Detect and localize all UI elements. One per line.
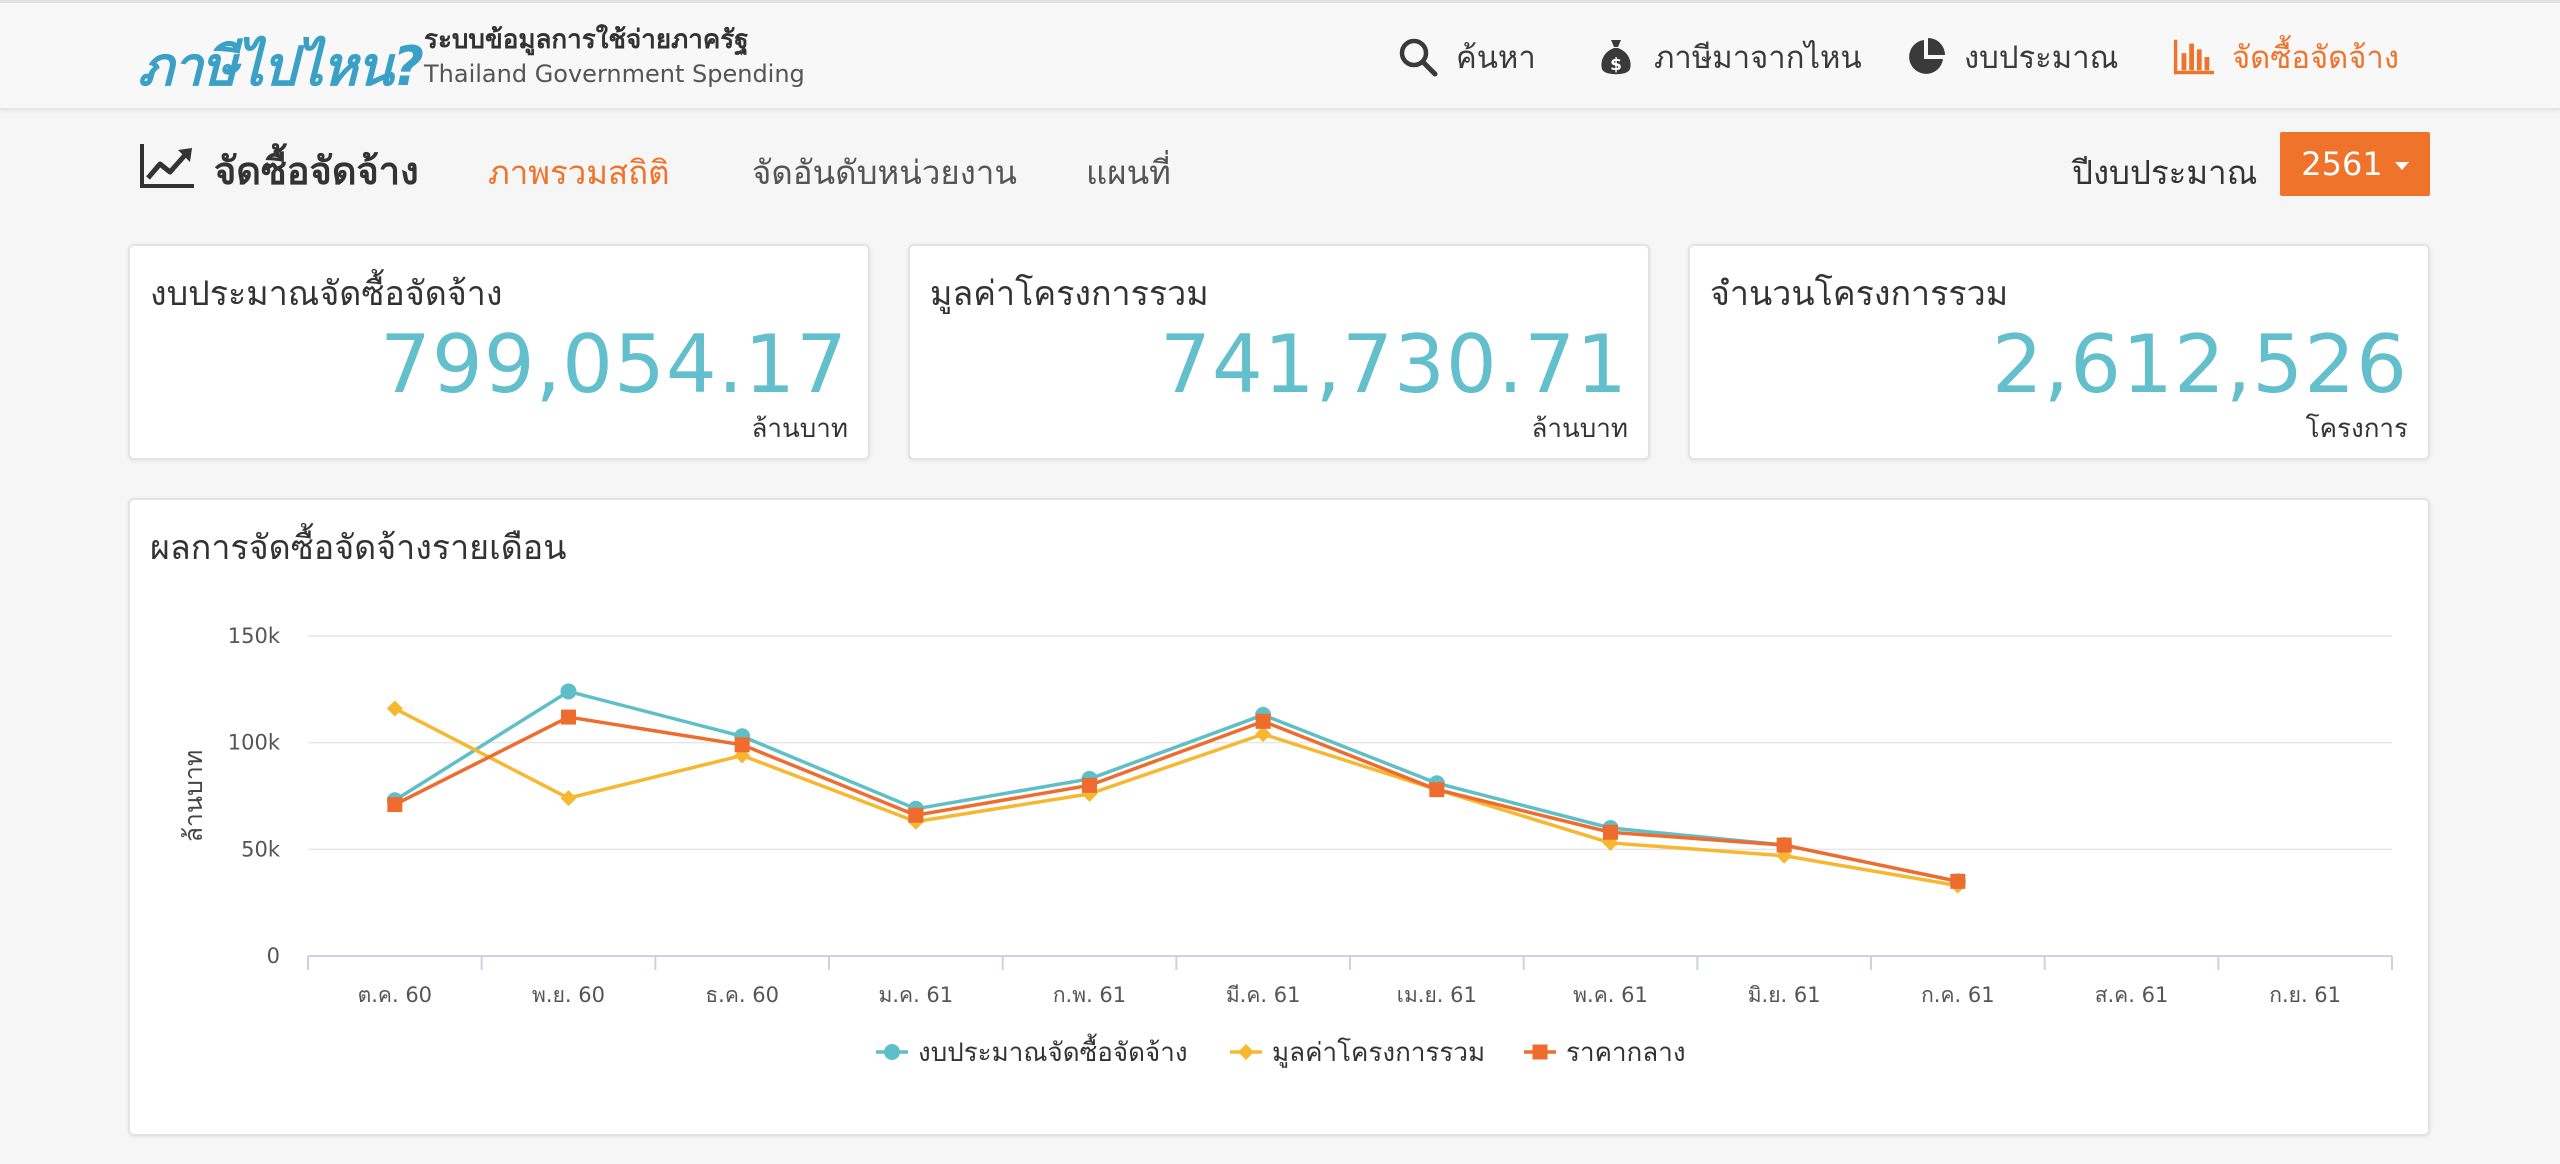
- nav-budget[interactable]: งบประมาณ: [1904, 33, 2118, 81]
- section-title: จัดซื้อจัดจ้าง: [214, 149, 419, 193]
- x-tick-label: ม.ค. 61: [879, 983, 954, 1007]
- nav-budget-label: งบประมาณ: [1964, 40, 2119, 76]
- pie-chart-icon: [1904, 35, 1948, 79]
- data-point: [387, 797, 403, 813]
- stat-value: 741,730.71: [1159, 318, 1628, 411]
- monthly-line-chart: 0 50k 100k 150k ต.ค. 60 พ.ย. 60 ธ.ค. 60 ม.ค. 61…: [179, 624, 2393, 1068]
- data-point: [1950, 873, 1966, 889]
- data-point: [908, 807, 924, 823]
- data-point: [560, 790, 577, 807]
- stat-label: งบประมาณจัดซื้อจัดจ้าง: [150, 274, 503, 314]
- x-tick-label: พ.ย. 60: [532, 983, 605, 1007]
- y-tick-label: 50k: [241, 837, 281, 861]
- data-point: [1776, 837, 1792, 853]
- caret-down-icon: [2394, 162, 2409, 170]
- data-point: [1603, 824, 1618, 840]
- legend-label: งบประมาณจัดซื้อจัดจ้าง: [918, 1033, 1188, 1068]
- data-point: [884, 1044, 900, 1060]
- stat-value: 799,054.17: [379, 318, 848, 411]
- x-tick-label: ก.ย. 61: [2269, 983, 2341, 1007]
- tab-overview[interactable]: ภาพรวมสถิติ: [488, 146, 670, 199]
- data-point: [1429, 782, 1445, 798]
- data-point: [561, 709, 576, 725]
- stat-unit: ล้านบาท: [1531, 414, 1628, 444]
- y-tick-label: 100k: [228, 731, 281, 755]
- svg-text:$: $: [1610, 55, 1622, 75]
- data-point: [1238, 1044, 1254, 1060]
- data-point: [560, 683, 577, 700]
- x-tick-label: ก.ค. 61: [1921, 983, 1995, 1007]
- stat-label: มูลค่าโครงการรวม: [930, 274, 1209, 314]
- top-header: ภาษีไปไหน? ระบบข้อมูลการใช้จ่ายภาครัฐ Th…: [0, 0, 2560, 110]
- y-tick-label: 150k: [228, 624, 281, 648]
- stat-card-project-value: มูลค่าโครงการรวม 741,730.71 ล้านบาท: [908, 244, 1650, 460]
- money-bag-icon: $: [1594, 35, 1638, 79]
- monthly-procurement-panel: ผลการจัดซื้อจัดจ้างรายเดือน 0 50k 100k 150k…: [128, 498, 2430, 1136]
- stat-label: จำนวนโครงการรวม: [1710, 274, 2009, 314]
- x-tick-label: มิ.ย. 61: [1748, 983, 1821, 1007]
- y-tick-label: 0: [267, 944, 280, 968]
- x-tick-label: ส.ค. 61: [2095, 983, 2169, 1007]
- stat-card-project-count: จำนวนโครงการรวม 2,612,526 โครงการ: [1688, 244, 2430, 460]
- stat-unit: ล้านบาท: [751, 414, 848, 444]
- x-tick-label: ต.ค. 60: [358, 983, 432, 1007]
- bar-chart-icon: [2172, 35, 2216, 79]
- search-icon: [1396, 35, 1440, 79]
- nav-procurement-label: จัดซื้อจัดจ้าง: [2232, 40, 2399, 76]
- data-point: [1255, 713, 1271, 729]
- tab-agency-ranking[interactable]: จัดอันดับหน่วยงาน: [752, 146, 1017, 199]
- nav-search[interactable]: ค้นหา: [1396, 33, 1536, 81]
- series-line: [394, 706, 1959, 888]
- nav-search-label: ค้นหา: [1456, 40, 1536, 76]
- x-tick-label: มี.ค. 61: [1226, 983, 1301, 1007]
- tab-map[interactable]: แผนที่: [1086, 146, 1171, 199]
- nav-tax-source[interactable]: $ ภาษีมาจากไหน: [1594, 33, 1862, 81]
- nav-procurement[interactable]: จัดซื้อจัดจ้าง: [2172, 33, 2399, 81]
- y-axis-title: ล้านบาท: [179, 750, 208, 843]
- site-tagline: ระบบข้อมูลการใช้จ่ายภาครัฐ Thailand Gove…: [424, 23, 805, 91]
- data-point: [1532, 1044, 1548, 1060]
- fiscal-year-label: ปีงบประมาณ: [2072, 153, 2258, 192]
- nav-tax-source-label: ภาษีมาจากไหน: [1654, 40, 1862, 76]
- stat-card-procurement-budget: งบประมาณจัดซื้อจัดจ้าง 799,054.17 ล้านบา…: [128, 244, 870, 460]
- x-tick-label: เม.ย. 61: [1397, 983, 1477, 1007]
- series-line: [394, 715, 1959, 884]
- stat-unit: โครงการ: [2305, 414, 2408, 444]
- trend-line-icon: [138, 142, 196, 190]
- x-tick-label: ก.พ. 61: [1053, 983, 1126, 1007]
- tagline-thai: ระบบข้อมูลการใช้จ่ายภาครัฐ: [424, 25, 749, 55]
- fiscal-year-value: 2561: [2301, 145, 2383, 183]
- fiscal-year-dropdown[interactable]: 2561: [2280, 132, 2430, 196]
- tagline-english: Thailand Government Spending: [424, 60, 805, 88]
- site-logo[interactable]: ภาษีไปไหน?: [138, 23, 424, 109]
- legend-label: มูลค่าโครงการรวม: [1272, 1037, 1485, 1068]
- data-point: [386, 700, 403, 717]
- x-tick-label: ธ.ค. 60: [705, 983, 779, 1007]
- data-point: [1082, 777, 1097, 793]
- legend-label: ราคากลาง: [1566, 1038, 1686, 1068]
- x-tick-label: พ.ค. 61: [1573, 983, 1648, 1007]
- data-point: [734, 737, 750, 753]
- stat-value: 2,612,526: [1991, 318, 2408, 411]
